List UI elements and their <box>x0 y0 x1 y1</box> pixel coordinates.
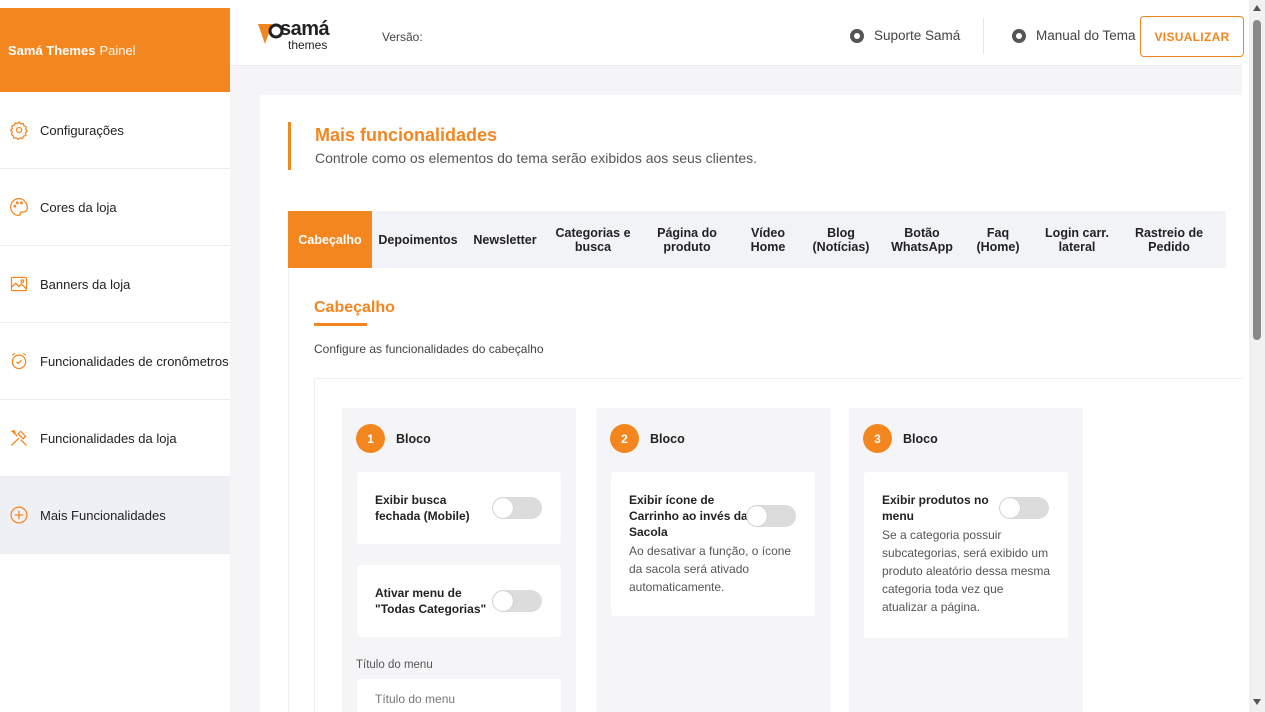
sidebar-item-label: Configurações <box>40 122 124 138</box>
block-1: 1 Bloco Exibir busca fechada (Mobile) At… <box>342 408 576 712</box>
page-subtitle: Controle como os elementos do tema serão… <box>315 150 758 166</box>
tab-pagina-produto[interactable]: Página do produto <box>640 211 734 268</box>
sidebar-item-label: Banners da loja <box>40 276 131 292</box>
lifebuoy-icon <box>850 28 864 43</box>
carrinho-icon-toggle[interactable] <box>746 505 796 527</box>
tab-newsletter[interactable]: Newsletter <box>464 211 546 268</box>
panel-title-underline <box>314 323 367 326</box>
produtos-menu-toggle[interactable] <box>999 497 1049 519</box>
plus-circle-icon <box>8 504 30 526</box>
sidebar-gap <box>0 0 230 8</box>
section-header: Mais funcionalidades Controle como os el… <box>288 122 757 170</box>
option-title: Exibir produtos no menu <box>882 493 989 523</box>
panel-description: Configure as funcionalidades do cabeçalh… <box>314 342 544 356</box>
option-card: Ativar menu de "Todas Categorias" <box>357 565 561 637</box>
logo-subtext: themes <box>288 38 328 52</box>
scroll-up-arrow-icon[interactable] <box>1253 5 1261 11</box>
sidebar-item-cores[interactable]: Cores da loja <box>0 169 230 246</box>
visualizar-button[interactable]: VISUALIZAR <box>1140 16 1244 57</box>
tab-login-carr-lateral[interactable]: Login carr. lateral <box>1032 211 1122 268</box>
tab-rastreio-pedido[interactable]: Rastreio de Pedido <box>1122 211 1216 268</box>
tab-categorias-busca[interactable]: Categorias e busca <box>546 211 640 268</box>
tab-bar: Cabeçalho Depoimentos Newsletter Categor… <box>288 211 1226 268</box>
option-title: Ativar menu de "Todas Categorias" <box>375 586 487 616</box>
sama-logo[interactable]: samá themes <box>258 16 348 56</box>
block-number-badge: 1 <box>356 424 385 453</box>
image-icon <box>8 273 30 295</box>
option-card: Exibir ícone de Carrinho ao invés da Sac… <box>611 472 815 616</box>
block-3: 3 Bloco Exibir produtos no menu Se a cat… <box>849 408 1083 712</box>
option-card: Exibir busca fechada (Mobile) <box>357 472 561 544</box>
menu-title-label: Título do menu <box>356 659 433 671</box>
menu-title-input[interactable] <box>357 679 561 712</box>
option-title: Exibir busca fechada (Mobile) <box>375 493 470 523</box>
tab-depoimentos[interactable]: Depoimentos <box>372 211 464 268</box>
block-2: 2 Bloco Exibir ícone de Carrinho ao invé… <box>596 408 830 712</box>
tab-video-home[interactable]: Vídeo Home <box>734 211 802 268</box>
brand-panel-label: Painel <box>99 42 136 58</box>
block-label: Bloco <box>396 431 431 446</box>
sidebar-item-label: Funcionalidades da loja <box>40 430 177 446</box>
sidebar-item-label: Cores da loja <box>40 199 117 215</box>
page-title: Mais funcionalidades <box>315 125 498 145</box>
sidebar-item-mais-funcionalidades[interactable]: Mais Funcionalidades <box>0 477 230 554</box>
scroll-down-arrow-icon[interactable] <box>1253 699 1261 705</box>
lifebuoy-icon <box>1012 28 1026 43</box>
tab-blog[interactable]: Blog (Notícias) <box>802 211 880 268</box>
panel-title: Cabeçalho <box>314 299 395 316</box>
gear-icon <box>8 119 30 141</box>
brand-header: Samá Themes Painel <box>0 8 230 92</box>
block-label: Bloco <box>903 431 938 446</box>
tab-botao-whatsapp[interactable]: Botão WhatsApp <box>880 211 964 268</box>
block-number-badge: 2 <box>610 424 639 453</box>
todas-categorias-toggle[interactable] <box>492 590 542 612</box>
topbar: samá themes Versão: Suporte Samá Manual … <box>230 8 1244 66</box>
support-link-label: Suporte Samá <box>874 28 961 43</box>
support-link[interactable]: Suporte Samá <box>850 28 960 43</box>
manual-link[interactable]: Manual do Tema <box>1012 28 1136 43</box>
sidebar-item-cronometros[interactable]: Funcionalidades de cronômetros <box>0 323 230 400</box>
block-header: 1 Bloco <box>356 424 431 453</box>
sidebar-item-banners[interactable]: Banners da loja <box>0 246 230 323</box>
tools-icon <box>8 427 30 449</box>
version-label: Versão: <box>382 30 423 44</box>
option-description: Ao desativar a função, o ícone da sacola… <box>629 544 792 594</box>
option-card: Exibir produtos no menu Se a categoria p… <box>864 472 1068 638</box>
alarm-clock-icon <box>8 350 30 372</box>
tab-faq[interactable]: Faq (Home) <box>964 211 1032 268</box>
option-description: Se a categoria possuir subcategorias, se… <box>882 528 1051 614</box>
sidebar-item-label: Funcionalidades de cronômetros <box>40 353 229 369</box>
topbar-divider <box>983 18 984 54</box>
block-header: 3 Bloco <box>863 424 938 453</box>
page-scrollbar[interactable] <box>1249 0 1265 712</box>
option-title: Exibir ícone de Carrinho ao invés da Sac… <box>629 493 748 539</box>
block-header: 2 Bloco <box>610 424 685 453</box>
block-number-badge: 3 <box>863 424 892 453</box>
manual-link-label: Manual do Tema <box>1036 28 1136 43</box>
tab-cabecalho[interactable]: Cabeçalho <box>288 211 372 268</box>
scrollbar-thumb[interactable] <box>1253 20 1261 340</box>
sidebar-item-funcionalidades-loja[interactable]: Funcionalidades da loja <box>0 400 230 477</box>
brand-name: Samá Themes <box>8 42 96 58</box>
sidebar-item-label: Mais Funcionalidades <box>40 507 166 523</box>
sidebar-item-configuracoes[interactable]: Configurações <box>0 92 230 169</box>
sidebar: Samá Themes Painel Configurações Cores d… <box>0 0 230 712</box>
palette-icon <box>8 196 30 218</box>
busca-fechada-toggle[interactable] <box>492 497 542 519</box>
block-label: Bloco <box>650 431 685 446</box>
